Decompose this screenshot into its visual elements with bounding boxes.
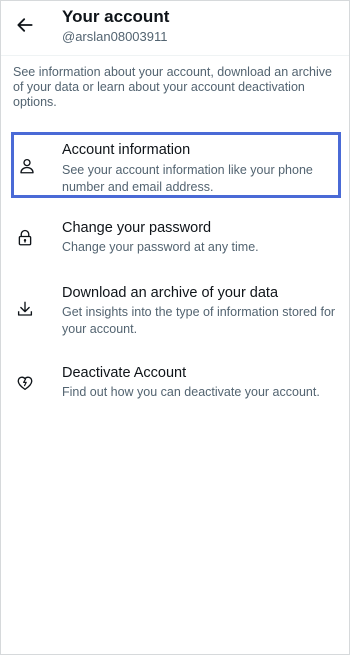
settings-screen: Your account @arslan08003911 See informa…	[0, 0, 350, 655]
top-app-bar: Your account @arslan08003911	[1, 1, 349, 55]
account-handle: @arslan08003911	[62, 29, 168, 44]
download-archive-description: Get insights into the type of informatio…	[62, 305, 336, 336]
intro-text: See information about your account, down…	[13, 65, 332, 109]
change-password-title: Change your password	[62, 220, 212, 236]
account-information-item[interactable]: Account information See your account inf…	[11, 132, 341, 198]
lock-icon	[14, 227, 36, 249]
deactivate-account-item[interactable]: Deactivate Account Find out how you can …	[11, 358, 341, 408]
back-button[interactable]	[11, 11, 39, 39]
download-icon	[14, 298, 36, 320]
account-information-title: Account information	[62, 142, 191, 158]
download-archive-item[interactable]: Download an archive of your data Get ins…	[11, 278, 341, 340]
download-archive-title: Download an archive of your data	[62, 285, 279, 301]
broken-heart-icon	[14, 372, 36, 394]
header-divider	[1, 55, 349, 56]
page-title: Your account	[62, 7, 170, 26]
change-password-item[interactable]: Change your password Change your passwor…	[11, 213, 341, 263]
deactivate-account-description: Find out how you can deactivate your acc…	[62, 385, 320, 399]
deactivate-account-title: Deactivate Account	[62, 365, 187, 381]
account-information-description: See your account information like your p…	[62, 163, 313, 194]
person-icon	[16, 155, 38, 177]
arrow-left-icon	[17, 18, 33, 32]
change-password-description: Change your password at any time.	[62, 240, 259, 254]
